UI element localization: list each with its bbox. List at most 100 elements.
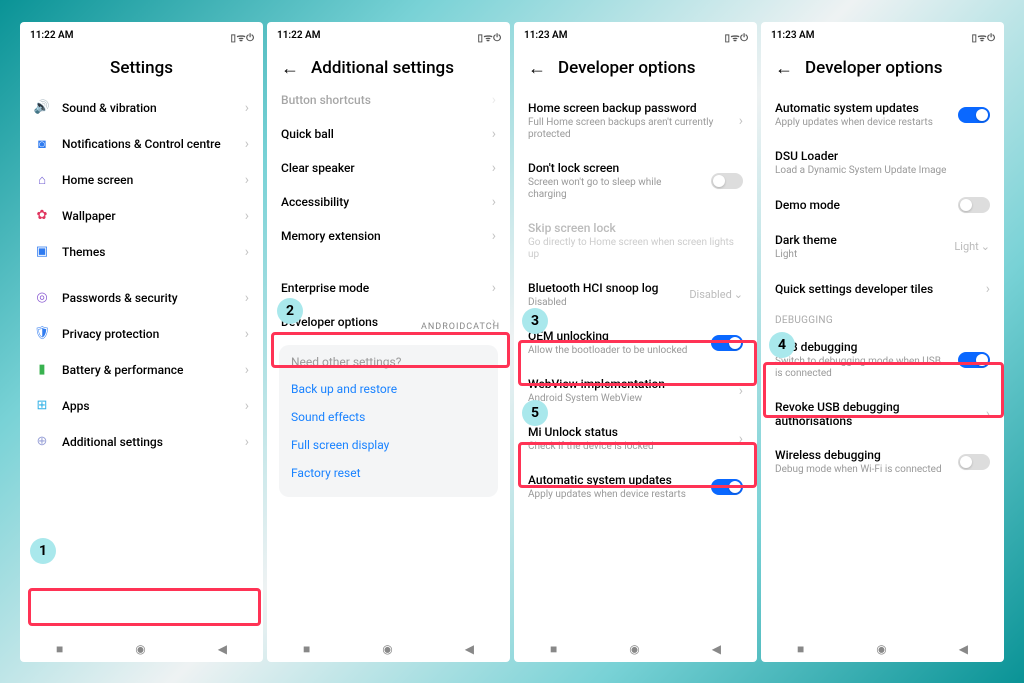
settings-item-wallpaper[interactable]: ✿Wallpaper› (20, 198, 263, 234)
item-sub: Allow the bootloader to be unlocked (528, 345, 699, 357)
settings-item-notifications[interactable]: ◙Notifications & Control centre› (20, 126, 263, 162)
item-mi-unlock[interactable]: Mi Unlock statusCheck if the device is l… (514, 415, 757, 463)
home-icon: ⌂ (34, 172, 50, 188)
nav-home[interactable]: ◉ (135, 642, 145, 656)
settings-item-additional[interactable]: ⊕Additional settings› (20, 424, 263, 460)
link-fullscreen[interactable]: Full screen display (291, 431, 486, 459)
header: ← Developer options (761, 48, 1004, 91)
item-revoke-usb[interactable]: Revoke USB debugging authorisations› (761, 390, 1004, 438)
nav-bar: ■ ◉ ◀ (267, 632, 510, 662)
item-sub: Load a Dynamic System Update Image (775, 165, 990, 177)
item-skip-lock: Skip screen lockGo directly to Home scre… (514, 211, 757, 271)
item-enterprise[interactable]: Enterprise mode› (267, 271, 510, 305)
suggestion-box: Need other settings? Back up and restore… (279, 345, 498, 497)
item-label: Apps (62, 399, 233, 413)
nav-back[interactable]: ◀ (465, 642, 474, 656)
nav-recents[interactable]: ■ (303, 642, 310, 656)
item-home-backup[interactable]: Home screen backup passwordFull Home scr… (514, 91, 757, 151)
item-sub: Apply updates when device restarts (775, 117, 946, 129)
item-wireless-debugging[interactable]: Wireless debugging Debug mode when Wi-Fi … (761, 438, 1004, 486)
item-quick-tiles[interactable]: Quick settings developer tiles › (761, 271, 1004, 307)
chevron-right-icon: › (245, 208, 249, 224)
item-label: Wireless debugging (775, 448, 946, 462)
step-badge-1: 1 (30, 538, 56, 564)
nav-recents[interactable]: ■ (56, 642, 63, 656)
item-button-shortcuts[interactable]: Button shortcuts› (267, 91, 510, 117)
chevron-right-icon: › (492, 228, 496, 244)
item-label: Themes (62, 245, 233, 259)
item-usb-debugging[interactable]: USB debugging Switch to debugging mode wh… (761, 330, 1004, 390)
toggle-switch[interactable] (711, 479, 743, 495)
settings-item-passwords[interactable]: ◎Passwords & security› (20, 280, 263, 316)
status-time: 11:23 AM (771, 30, 815, 44)
nav-back[interactable]: ◀ (959, 642, 968, 656)
item-clear-speaker[interactable]: Clear speaker› (267, 151, 510, 185)
settings-item-themes[interactable]: ▣Themes› (20, 234, 263, 270)
status-time: 11:22 AM (277, 30, 321, 44)
item-memory[interactable]: Memory extension› (267, 219, 510, 253)
nav-recents[interactable]: ■ (797, 642, 804, 656)
item-auto-update[interactable]: Automatic system updatesApply updates wh… (761, 91, 1004, 139)
link-backup[interactable]: Back up and restore (291, 375, 486, 403)
settings-item-apps[interactable]: ⊞Apps› (20, 388, 263, 424)
settings-item-privacy[interactable]: 🛡Privacy protection› (20, 316, 263, 352)
phone-screen-2: 11:22 AM ▯ ᯤ ⏻ ← Additional settings But… (267, 22, 510, 662)
nav-home[interactable]: ◉ (382, 642, 392, 656)
item-dark-theme[interactable]: Dark themeLightLight⌄ (761, 223, 1004, 271)
settings-item-battery[interactable]: ▮Battery & performance› (20, 352, 263, 388)
item-label: USB debugging (775, 340, 946, 354)
nav-home[interactable]: ◉ (629, 642, 639, 656)
item-quickball[interactable]: Quick ball› (267, 117, 510, 151)
page-title: Developer options (558, 58, 695, 78)
settings-list: 🔊Sound & vibration› ◙Notifications & Con… (20, 90, 263, 632)
item-sub: Apply updates when device restarts (528, 489, 699, 501)
toggle-switch[interactable] (958, 197, 990, 213)
chevron-right-icon: › (492, 160, 496, 176)
item-label: OEM unlocking (528, 329, 699, 343)
chevron-right-icon: › (492, 92, 496, 108)
chevron-right-icon: › (245, 362, 249, 378)
nav-bar: ■ ◉ ◀ (20, 632, 263, 662)
item-label: Home screen (62, 173, 233, 187)
item-sub: Screen won't go to sleep while charging (528, 177, 699, 201)
item-auto-update[interactable]: Automatic system updatesApply updates wh… (514, 463, 757, 511)
item-dsu[interactable]: DSU LoaderLoad a Dynamic System Update I… (761, 139, 1004, 187)
item-label: Quick settings developer tiles (775, 282, 974, 296)
toggle-switch[interactable] (711, 173, 743, 189)
item-sub: Switch to debugging mode when USB is con… (775, 356, 946, 380)
nav-back[interactable]: ◀ (218, 642, 227, 656)
item-label: Don't lock screen (528, 161, 699, 175)
settings-item-home[interactable]: ⌂ Home screen › (20, 162, 263, 198)
chevron-right-icon: › (245, 172, 249, 188)
item-dont-lock[interactable]: Don't lock screen Screen won't go to slee… (514, 151, 757, 211)
header: ← Additional settings (267, 48, 510, 91)
nav-back[interactable]: ◀ (712, 642, 721, 656)
back-arrow-icon[interactable]: ← (775, 58, 793, 79)
chevron-right-icon: › (986, 281, 990, 297)
link-sound-effects[interactable]: Sound effects (291, 403, 486, 431)
status-icons: ▯ ᯤ ⏻ (230, 30, 253, 44)
item-webview[interactable]: WebView implementationAndroid System Web… (514, 367, 757, 415)
item-hci-snoop[interactable]: Bluetooth HCI snoop logDisabledDisabled⌄ (514, 271, 757, 319)
toggle-switch[interactable] (958, 352, 990, 368)
toggle-switch[interactable] (711, 335, 743, 351)
chevron-right-icon: › (245, 290, 249, 306)
toggle-switch[interactable] (958, 454, 990, 470)
settings-item-sound[interactable]: 🔊Sound & vibration› (20, 90, 263, 126)
nav-recents[interactable]: ■ (550, 642, 557, 656)
item-accessibility[interactable]: Accessibility› (267, 185, 510, 219)
suggestion-question: Need other settings? (291, 355, 486, 369)
item-oem-unlocking[interactable]: OEM unlocking Allow the bootloader to be … (514, 319, 757, 367)
toggle-switch[interactable] (958, 107, 990, 123)
item-demo-mode[interactable]: Demo mode (761, 187, 1004, 223)
item-sub: Full Home screen backups aren't currentl… (528, 117, 727, 141)
step-badge-3: 3 (522, 308, 548, 334)
link-factory-reset[interactable]: Factory reset (291, 459, 486, 487)
nav-home[interactable]: ◉ (876, 642, 886, 656)
back-arrow-icon[interactable]: ← (281, 58, 299, 79)
chevron-right-icon: › (492, 194, 496, 210)
item-sub: Debug mode when Wi-Fi is connected (775, 464, 946, 476)
page-title: Developer options (805, 58, 942, 78)
item-label: Notifications & Control centre (62, 137, 233, 151)
back-arrow-icon[interactable]: ← (528, 58, 546, 79)
